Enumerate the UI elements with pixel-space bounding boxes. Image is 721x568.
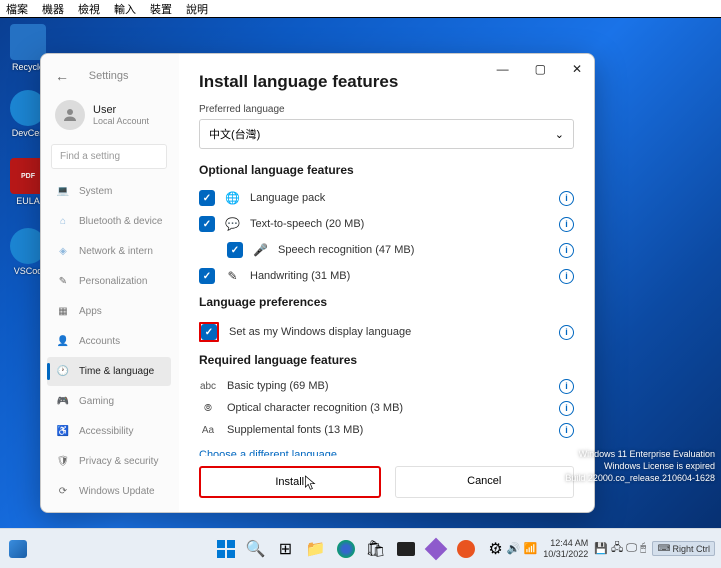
minimize-button[interactable]: — bbox=[493, 60, 513, 78]
info-icon[interactable]: i bbox=[559, 269, 574, 284]
user-block[interactable]: User Local Account bbox=[47, 90, 171, 144]
choose-different-language-link[interactable]: Choose a different language bbox=[199, 449, 574, 456]
maximize-button[interactable]: ▢ bbox=[531, 60, 550, 78]
pref-lang-select[interactable]: 中文(台灣) ⌄ bbox=[199, 119, 574, 149]
nav-network[interactable]: ◈Network & intern bbox=[47, 237, 171, 266]
search-icon[interactable]: 🔍 bbox=[243, 536, 269, 562]
speech-icon: 💬 bbox=[225, 217, 240, 231]
nav-windows-update[interactable]: ⟳Windows Update bbox=[47, 477, 171, 506]
avatar bbox=[55, 100, 85, 130]
req-basic-typing: abcBasic typing (69 MB)i bbox=[199, 375, 574, 397]
mic-icon: 🎤 bbox=[253, 243, 268, 257]
nav-accounts[interactable]: 👤Accounts bbox=[47, 327, 171, 356]
feature-language-pack[interactable]: 🌐Language packi bbox=[199, 185, 574, 211]
nav-personalization[interactable]: ✎Personalization bbox=[47, 267, 171, 296]
edge-icon[interactable] bbox=[333, 536, 359, 562]
cancel-button[interactable]: Cancel bbox=[395, 466, 575, 498]
info-icon[interactable]: i bbox=[559, 325, 574, 340]
watermark: Windows 11 Enterprise Evaluation Windows… bbox=[565, 448, 715, 484]
menu-machine[interactable]: 機器 bbox=[42, 1, 64, 17]
req-fonts: AаSupplemental fonts (13 MB)i bbox=[199, 419, 574, 441]
info-icon[interactable]: i bbox=[559, 401, 574, 416]
menu-devices[interactable]: 裝置 bbox=[150, 1, 172, 17]
menu-view[interactable]: 檢視 bbox=[78, 1, 100, 17]
nav-list: 💻System ⌂Bluetooth & device ◈Network & i… bbox=[47, 177, 171, 506]
taskbar-widgets[interactable] bbox=[4, 535, 32, 563]
vs-icon[interactable] bbox=[423, 536, 449, 562]
checkbox[interactable] bbox=[201, 324, 217, 340]
ocr-icon: ⦾ bbox=[199, 403, 217, 414]
globe-icon: 🌐 bbox=[225, 191, 240, 205]
typing-icon: abc bbox=[199, 381, 217, 392]
desktop[interactable]: Recycle DevCen PDFEULA VSCod — ▢ ✕ ← Set… bbox=[0, 18, 721, 528]
cursor-icon bbox=[304, 474, 318, 492]
settings-sidebar: ← Settings User Local Account Find a set… bbox=[41, 54, 177, 512]
install-language-modal: Install language features Preferred lang… bbox=[179, 54, 594, 512]
nav-gaming[interactable]: 🎮Gaming bbox=[47, 387, 171, 416]
menu-input[interactable]: 輸入 bbox=[114, 1, 136, 17]
info-icon[interactable]: i bbox=[559, 423, 574, 438]
menu-file[interactable]: 檔案 bbox=[6, 1, 28, 17]
taskbar-right: ᐱ 🔊📶 12:44 AM 10/31/2022 💾🖧🖵🖰 ⌨Right Ctr… bbox=[495, 538, 715, 559]
fonts-icon: Aа bbox=[199, 425, 217, 436]
nav-time-language[interactable]: 🕐Time & language bbox=[47, 357, 171, 386]
terminal-icon[interactable] bbox=[393, 536, 419, 562]
checkbox[interactable] bbox=[199, 190, 215, 206]
checkbox[interactable] bbox=[199, 216, 215, 232]
ubuntu-icon[interactable] bbox=[453, 536, 479, 562]
system-tray[interactable]: 🔊📶 bbox=[507, 542, 537, 555]
feature-handwriting[interactable]: ✎Handwriting (31 MB)i bbox=[199, 263, 574, 289]
taskbar-center: 🔍 ⊞ 📁 🛍 ⚙ bbox=[213, 536, 509, 562]
pref-lang-label: Preferred language bbox=[199, 104, 574, 115]
nav-privacy[interactable]: 🛡Privacy & security bbox=[47, 447, 171, 476]
host-key-indicator[interactable]: ⌨Right Ctrl bbox=[652, 541, 715, 556]
chevron-down-icon: ⌄ bbox=[555, 128, 564, 141]
info-icon[interactable]: i bbox=[559, 243, 574, 258]
vm-menubar[interactable]: 檔案 機器 檢視 輸入 裝置 說明 bbox=[0, 0, 721, 18]
clock[interactable]: 12:44 AM 10/31/2022 bbox=[543, 538, 588, 559]
highlight bbox=[199, 322, 219, 342]
info-icon[interactable]: i bbox=[559, 191, 574, 206]
window-controls: — ▢ ✕ bbox=[493, 60, 586, 78]
language-preferences-heading: Language preferences bbox=[199, 295, 574, 309]
info-icon[interactable]: i bbox=[559, 379, 574, 394]
back-button[interactable]: ← Settings bbox=[47, 62, 171, 90]
feature-tts[interactable]: 💬Text-to-speech (20 MB)i bbox=[199, 211, 574, 237]
nav-bluetooth[interactable]: ⌂Bluetooth & device bbox=[47, 207, 171, 236]
nav-accessibility[interactable]: ♿Accessibility bbox=[47, 417, 171, 446]
user-name: User bbox=[93, 104, 149, 116]
pref-display-language[interactable]: Set as my Windows display languagei bbox=[199, 317, 574, 347]
user-account: Local Account bbox=[93, 116, 149, 126]
search-input[interactable]: Find a setting bbox=[51, 144, 167, 169]
pen-icon: ✎ bbox=[225, 269, 240, 283]
start-button[interactable] bbox=[213, 536, 239, 562]
task-view-icon[interactable]: ⊞ bbox=[273, 536, 299, 562]
nav-system[interactable]: 💻System bbox=[47, 177, 171, 206]
explorer-icon[interactable]: 📁 bbox=[303, 536, 329, 562]
close-button[interactable]: ✕ bbox=[568, 60, 586, 78]
required-features-heading: Required language features bbox=[199, 353, 574, 367]
settings-window: — ▢ ✕ ← Settings User Local Account Find… bbox=[40, 53, 595, 513]
chevron-up-icon[interactable]: ᐱ bbox=[495, 543, 501, 554]
optional-features-heading: Optional language features bbox=[199, 163, 574, 177]
req-ocr: ⦾Optical character recognition (3 MB)i bbox=[199, 397, 574, 419]
checkbox[interactable] bbox=[199, 268, 215, 284]
checkbox[interactable] bbox=[227, 242, 243, 258]
store-icon[interactable]: 🛍 bbox=[363, 536, 389, 562]
taskbar[interactable]: 🔍 ⊞ 📁 🛍 ⚙ ᐱ 🔊📶 12:44 AM 10/31/2022 💾🖧🖵🖰 … bbox=[0, 528, 721, 568]
feature-speech-recognition[interactable]: 🎤Speech recognition (47 MB)i bbox=[199, 237, 574, 263]
menu-help[interactable]: 說明 bbox=[186, 1, 208, 17]
nav-apps[interactable]: ▦Apps bbox=[47, 297, 171, 326]
install-button[interactable]: Install bbox=[199, 466, 381, 498]
info-icon[interactable]: i bbox=[559, 217, 574, 232]
